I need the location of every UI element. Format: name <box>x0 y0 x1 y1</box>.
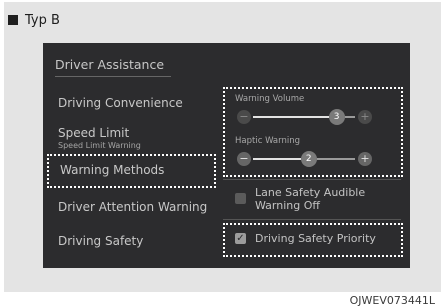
checkbox-checked-icon[interactable]: ✓ <box>235 233 246 244</box>
selected-menu-highlight: Warning Methods <box>47 154 216 188</box>
warning-volume-track <box>344 116 355 118</box>
menu-item-label: Speed Limit <box>58 126 130 140</box>
warning-volume-minus-button[interactable]: − <box>237 110 251 124</box>
title-underline <box>55 76 171 77</box>
figure-header: Typ B <box>8 11 60 29</box>
page-title: Driver Assistance <box>55 57 165 72</box>
square-bullet-icon <box>8 15 18 25</box>
haptic-warning-track-filled <box>253 158 301 160</box>
haptic-warning-plus-button[interactable]: + <box>358 152 372 166</box>
menu-item-speed-limit[interactable]: Speed Limit Speed Limit Warning <box>58 126 141 150</box>
warning-volume-slider-knob[interactable]: 3 <box>328 109 345 125</box>
menu-item-driver-attention-warning[interactable]: Driver Attention Warning <box>58 200 207 214</box>
menu-item-label: Driving Convenience <box>58 96 183 110</box>
infotainment-screen: Driver Assistance Driving Convenience Sp… <box>43 43 410 268</box>
haptic-warning-minus-button[interactable]: − <box>237 152 251 166</box>
warning-volume-plus-button[interactable]: + <box>358 110 372 124</box>
menu-item-label: Warning Methods <box>60 163 165 177</box>
settings-divider <box>223 179 401 180</box>
figure-code: OJWEV073441L <box>349 294 435 307</box>
warning-volume-label: Warning Volume <box>235 94 305 104</box>
haptic-warning-track <box>316 158 355 160</box>
haptic-warning-slider-knob[interactable]: 2 <box>300 151 317 167</box>
settings-divider <box>223 219 401 220</box>
driving-safety-priority-label: Driving Safety Priority <box>255 232 376 245</box>
menu-item-sublabel: Speed Limit Warning <box>58 141 141 150</box>
warning-volume-track-filled <box>253 116 329 118</box>
checkbox-unchecked[interactable] <box>235 193 246 204</box>
menu-item-label: Driving Safety <box>58 234 144 248</box>
haptic-warning-label: Haptic Warning <box>235 136 301 146</box>
lane-safety-option-label: Lane Safety Audible Warning Off <box>255 186 366 212</box>
figure-header-label: Typ B <box>25 12 60 28</box>
menu-item-label: Driver Attention Warning <box>58 200 208 214</box>
menu-item-driving-convenience[interactable]: Driving Convenience <box>58 96 183 110</box>
menu-item-warning-methods[interactable]: Warning Methods <box>60 163 164 177</box>
menu-item-driving-safety[interactable]: Driving Safety <box>58 234 143 248</box>
